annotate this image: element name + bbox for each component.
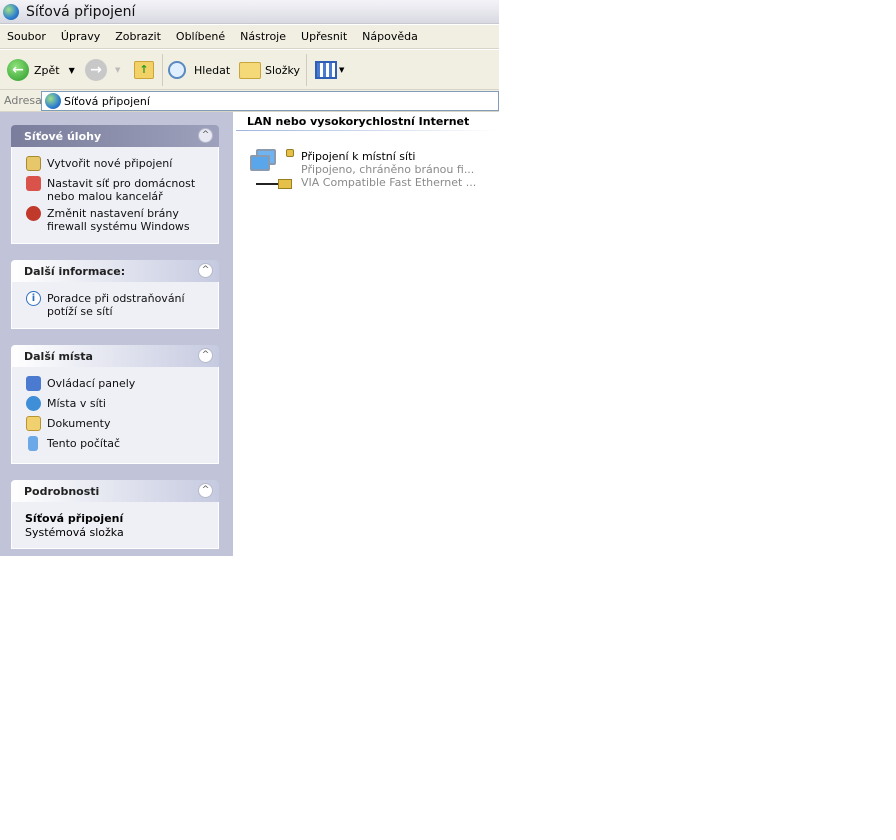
menu-zobrazit[interactable]: Zobrazit [115,30,161,43]
toolbar-separator [306,54,307,86]
panel-title: Další místa [24,350,93,363]
address-value: Síťová připojení [64,95,150,108]
title-bar: Síťová připojení [0,0,499,24]
up-folder-icon: ↑ [134,61,154,79]
my-computer-icon [28,436,38,451]
info-icon: i [26,291,41,306]
menu-soubor[interactable]: Soubor [7,30,46,43]
collapse-chevron-icon[interactable]: ^ [198,263,213,278]
explorer-window: Síťová připojení Soubor Úpravy Zobrazit … [0,0,499,556]
new-connection-icon [26,156,41,171]
forward-button[interactable]: → ▼ [85,57,120,83]
group-header: LAN nebo vysokorychlostní Internet [247,115,470,128]
folders-button[interactable]: Složky [239,57,300,83]
connection-device: VIA Compatible Fast Ethernet ... [301,176,477,189]
back-arrow-icon: ← [7,59,29,81]
toolbar: ← Zpět ▼ → ▼ ↑ Hledat Složky ▼ [0,50,499,90]
collapse-chevron-icon[interactable]: ^ [198,128,213,143]
menu-oblibene[interactable]: Oblíbené [176,30,225,43]
panel-other-places: Další místa ^ Ovládací panely Místa v sít… [11,345,219,464]
network-globe-icon [3,4,19,20]
search-label: Hledat [194,63,231,77]
details-name: Síťová připojení [25,512,124,525]
back-dropdown-icon[interactable]: ▼ [69,66,75,75]
folders-label: Složky [265,63,301,77]
forward-arrow-icon: → [85,59,107,81]
documents-icon [26,416,41,431]
task-home-network[interactable]: Nastavit síť pro domácnost nebo malou ka… [47,177,207,203]
panel-header[interactable]: Další informace: ^ [11,260,219,282]
group-divider [236,130,497,131]
window-title: Síťová připojení [26,4,136,20]
panel-more-info: Další informace: ^ i Poradce při odstraňo… [11,260,219,329]
network-places-icon [26,396,41,411]
panel-details: Podrobnosti ^ Síťová připojení Systémová … [11,480,219,549]
firewall-icon [26,206,41,221]
task-firewall[interactable]: Změnit nastavení brány firewall systému … [47,207,212,233]
views-dropdown-icon: ▼ [339,66,345,74]
task-new-connection[interactable]: Vytvořit nové připojení [47,157,172,170]
menu-upresnit[interactable]: Upřesnit [301,30,347,43]
views-icon [315,61,337,79]
folders-icon [239,61,261,79]
place-documents[interactable]: Dokumenty [47,417,110,430]
up-folder-button[interactable]: ↑ [134,57,154,83]
panel-header[interactable]: Síťové úlohy ^ [11,125,219,147]
panel-title: Podrobnosti [24,485,100,498]
info-troubleshooter[interactable]: Poradce při odstraňování potíží se sítí [47,292,207,318]
back-label: Zpět [34,63,60,77]
menu-nastroje[interactable]: Nástroje [240,30,286,43]
address-input[interactable]: Síťová připojení [41,91,499,111]
search-button[interactable]: Hledat [168,57,230,83]
panel-network-tasks: Síťové úlohy ^ Vytvořit nové připojení Na… [11,125,219,244]
place-my-computer[interactable]: Tento počítač [47,437,120,450]
place-control-panel[interactable]: Ovládací panely [47,377,135,390]
menu-napoveda[interactable]: Nápověda [362,30,418,43]
panel-header[interactable]: Další místa ^ [11,345,219,367]
views-button[interactable]: ▼ [315,57,344,83]
place-network[interactable]: Místa v síti [47,397,106,410]
network-globe-icon [45,93,61,109]
task-pane: Síťové úlohy ^ Vytvořit nové připojení Na… [0,112,233,556]
collapse-chevron-icon[interactable]: ^ [198,483,213,498]
address-label: Adresa [4,94,42,107]
panel-title: Další informace: [24,265,126,278]
back-button[interactable]: ← Zpět ▼ [7,57,75,83]
toolbar-separator [162,54,163,86]
address-bar: Adresa Síťová připojení [0,90,499,112]
details-type: Systémová složka [25,526,124,539]
menu-upravy[interactable]: Úpravy [61,30,100,43]
collapse-chevron-icon[interactable]: ^ [198,348,213,363]
connection-item[interactable]: Připojení k místní síti Připojeno, chrán… [248,145,498,195]
panel-header[interactable]: Podrobnosti ^ [11,480,219,502]
lan-connection-icon [248,149,298,195]
panel-title: Síťové úlohy [24,130,102,143]
home-network-icon [26,176,41,191]
magnifier-icon [168,61,186,79]
connection-status: Připojeno, chráněno bránou fi... [301,163,475,176]
forward-dropdown-icon: ▼ [115,66,121,74]
control-panel-icon [26,376,41,391]
connection-name: Připojení k místní síti [301,150,416,163]
menu-bar: Soubor Úpravy Zobrazit Oblíbené Nástroje… [0,25,499,49]
